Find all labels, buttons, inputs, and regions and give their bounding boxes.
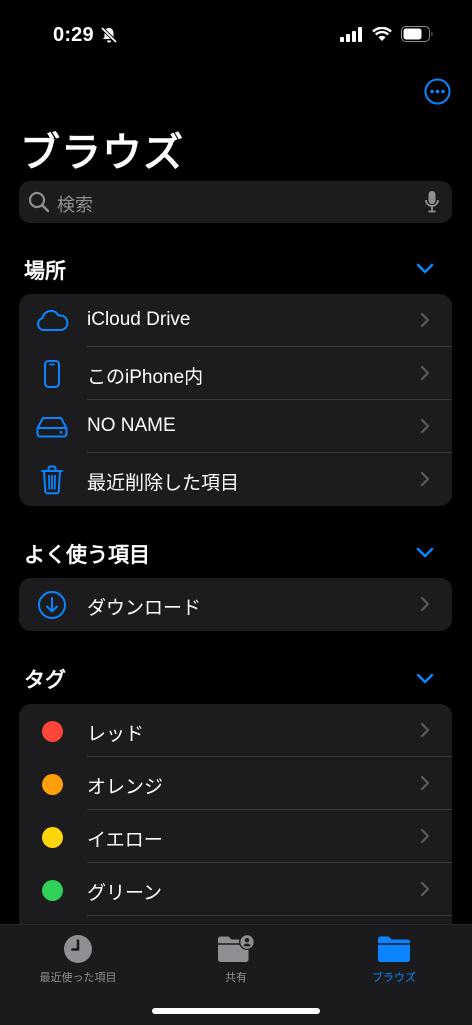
tab-browse[interactable]: ブラウズ — [324, 933, 464, 985]
favorites-header: よく使う項目 — [24, 539, 150, 569]
page-title: ブラウズ — [20, 120, 184, 178]
tag-label: イエロー — [87, 825, 163, 852]
ellipsis-circle-icon — [424, 78, 451, 105]
location-row-on-my-iphone[interactable]: このiPhone内 — [19, 347, 452, 400]
shared-folder-icon — [166, 933, 306, 965]
silent-bell-icon — [100, 26, 118, 49]
location-row-no-name[interactable]: NO NAME — [19, 400, 452, 453]
chevron-right-icon — [420, 775, 430, 796]
microphone-icon[interactable] — [424, 190, 440, 219]
tag-color-dot — [42, 721, 63, 742]
chevron-right-icon — [420, 312, 430, 333]
tag-row-red[interactable]: レッド — [19, 704, 452, 757]
tag-label: グリーン — [87, 878, 162, 905]
tag-color-dot — [42, 827, 63, 848]
chevron-down-icon[interactable] — [416, 673, 434, 685]
tab-label: ブラウズ — [324, 969, 464, 985]
tag-color-dot — [42, 880, 63, 901]
tab-recents[interactable]: 最近使った項目 — [8, 933, 148, 985]
external-drive-icon — [35, 411, 69, 443]
chevron-right-icon — [420, 828, 430, 849]
home-indicator[interactable] — [152, 1008, 320, 1014]
location-label: 最近削除した項目 — [87, 468, 239, 495]
location-row-icloud-drive[interactable]: iCloud Drive — [19, 294, 452, 347]
location-label: iCloud Drive — [87, 309, 190, 331]
tag-row-orange[interactable]: オレンジ — [19, 757, 452, 810]
battery-icon — [401, 26, 434, 47]
locations-header: 場所 — [24, 255, 66, 285]
chevron-right-icon — [420, 596, 430, 617]
tag-label: レッド — [87, 719, 144, 746]
search-placeholder: 検索 — [57, 191, 93, 217]
tags-header: タグ — [24, 664, 66, 694]
status-time: 0:29 — [53, 24, 94, 47]
location-label: このiPhone内 — [87, 362, 203, 389]
location-row-recently-deleted[interactable]: 最近削除した項目 — [19, 453, 452, 506]
locations-list: iCloud Drive このiPhone内 NO NAME — [19, 294, 452, 506]
more-button[interactable] — [424, 78, 451, 105]
chevron-right-icon — [420, 418, 430, 439]
icloud-icon — [35, 305, 69, 337]
tag-row-green[interactable]: グリーン — [19, 863, 452, 916]
download-icon — [35, 589, 69, 621]
tag-label: オレンジ — [87, 772, 163, 799]
clock-icon — [8, 933, 148, 965]
chevron-right-icon — [420, 365, 430, 386]
trash-icon — [35, 464, 69, 496]
tab-label: 最近使った項目 — [8, 969, 148, 985]
tag-color-dot — [42, 774, 63, 795]
chevron-down-icon[interactable] — [416, 263, 434, 275]
chevron-right-icon — [420, 881, 430, 902]
cellular-signal-icon — [340, 27, 363, 47]
tags-list: レッド オレンジ イエロー グリーン — [19, 704, 452, 944]
search-field[interactable]: 検索 — [19, 181, 452, 223]
status-bar: 0:29 — [0, 0, 472, 70]
favorites-list: ダウンロード — [19, 578, 452, 631]
iphone-icon — [35, 358, 69, 390]
wifi-icon — [372, 27, 392, 47]
location-label: NO NAME — [87, 415, 176, 437]
favorite-row-downloads[interactable]: ダウンロード — [19, 578, 452, 631]
chevron-right-icon — [420, 722, 430, 743]
tab-label: 共有 — [166, 969, 306, 985]
folder-icon — [324, 933, 464, 965]
tab-shared[interactable]: 共有 — [166, 933, 306, 985]
favorite-label: ダウンロード — [87, 593, 201, 620]
tag-row-yellow[interactable]: イエロー — [19, 810, 452, 863]
chevron-down-icon[interactable] — [416, 547, 434, 559]
search-icon — [28, 191, 50, 218]
chevron-right-icon — [420, 471, 430, 492]
